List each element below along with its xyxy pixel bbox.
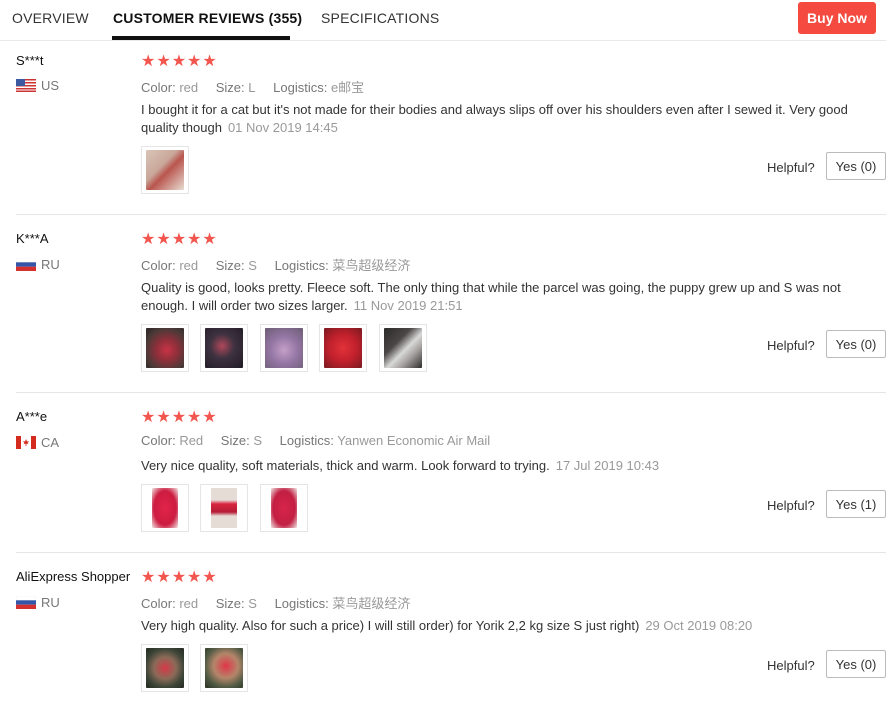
helpful-label: Helpful? (767, 658, 815, 673)
buy-now-button[interactable]: Buy Now (798, 2, 876, 34)
review-divider (16, 214, 886, 215)
review-photo-thumbnail[interactable] (200, 644, 249, 692)
size-value: S (253, 433, 262, 448)
logistics-label: Logistics: (279, 433, 334, 448)
review-divider (16, 392, 886, 393)
review-text: Quality is good, looks pretty. Fleece so… (141, 279, 856, 315)
review-photo-thumbnail[interactable] (378, 324, 427, 372)
review-photos (141, 644, 255, 697)
reviewer-country: US (16, 78, 59, 93)
helpful-yes-button[interactable]: Yes (0) (826, 152, 886, 180)
review-photo-thumbnail[interactable] (141, 146, 189, 194)
review-photos (141, 484, 315, 537)
review-photo-thumbnail[interactable] (259, 324, 308, 372)
review-photo-thumbnail[interactable] (141, 644, 189, 692)
ru-flag-icon (16, 596, 36, 609)
star-rating: ★★★★★ (141, 569, 218, 586)
review-attributes: Color: red Size: S Logistics: 菜鸟超级经济 (141, 593, 424, 612)
review-date: 01 Nov 2019 14:45 (227, 120, 338, 135)
review-item: A***e CA ★★★★★ Color: Red Size: S Logist… (0, 396, 886, 552)
color-value: red (179, 258, 199, 273)
reviewer-name: A***e (16, 409, 48, 424)
color-value: red (179, 596, 199, 611)
reviewer-name: S***t (16, 53, 44, 68)
tab-customer-reviews[interactable]: CUSTOMER REVIEWS (355) (113, 10, 302, 26)
color-value: Red (179, 433, 204, 448)
size-label: Size: (215, 80, 245, 95)
ca-flag-icon (16, 436, 36, 449)
review-body: Very high quality. Also for such a price… (141, 618, 640, 633)
logistics-value: 菜鸟超级经济 (332, 258, 411, 273)
review-item: S***t US ★★★★★ Color: red Size: L Logist… (0, 40, 886, 215)
helpful-label: Helpful? (767, 338, 815, 353)
review-photo-thumbnail[interactable] (141, 324, 189, 372)
reviewer-name: K***A (16, 231, 49, 246)
country-code: CA (41, 435, 60, 450)
reviewer-country: RU (16, 595, 60, 610)
star-rating: ★★★★★ (141, 53, 218, 70)
review-photo-thumbnail[interactable] (141, 484, 189, 532)
review-photo-thumbnail[interactable] (319, 324, 368, 372)
size-label: Size: (220, 433, 250, 448)
color-label: Color: (141, 433, 176, 448)
star-rating: ★★★★★ (141, 231, 218, 248)
review-tabs-bar: OVERVIEW CUSTOMER REVIEWS (355) SPECIFIC… (0, 0, 886, 41)
review-date: 29 Oct 2019 08:20 (645, 618, 753, 633)
reviewer-country: CA (16, 435, 59, 450)
helpful-yes-button[interactable]: Yes (1) (826, 490, 886, 518)
ru-flag-icon (16, 258, 36, 271)
logistics-value: 菜鸟超级经济 (332, 596, 411, 611)
review-text: Very high quality. Also for such a price… (141, 617, 856, 635)
helpful-yes-button[interactable]: Yes (0) (826, 330, 886, 358)
review-attributes: Color: Red Size: S Logistics: Yanwen Eco… (141, 433, 504, 448)
reviewer-name: AliExpress Shopper (16, 569, 131, 584)
us-flag-icon (16, 79, 36, 92)
review-photos (141, 324, 434, 377)
review-photos (141, 146, 196, 199)
review-item: AliExpress Shopper RU ★★★★★ Color: red S… (0, 556, 886, 709)
review-body: Quality is good, looks pretty. Fleece so… (141, 280, 841, 313)
review-date: 11 Nov 2019 21:51 (353, 298, 463, 313)
color-label: Color: (141, 80, 176, 95)
review-photo-thumbnail[interactable] (259, 484, 308, 532)
size-value: S (248, 258, 257, 273)
logistics-label: Logistics: (274, 596, 329, 611)
country-code: RU (41, 595, 60, 610)
review-body: Very nice quality, soft materials, thick… (141, 458, 550, 473)
logistics-label: Logistics: (274, 258, 329, 273)
review-item: K***A RU ★★★★★ Color: red Size: S Logist… (0, 218, 886, 393)
logistics-value: e邮宝 (330, 80, 365, 95)
color-value: red (179, 80, 199, 95)
size-label: Size: (215, 258, 245, 273)
size-label: Size: (215, 596, 245, 611)
review-date: 17 Jul 2019 10:43 (555, 458, 660, 473)
size-value: S (248, 596, 257, 611)
color-label: Color: (141, 596, 176, 611)
review-photo-thumbnail[interactable] (200, 324, 249, 372)
logistics-label: Logistics: (273, 80, 328, 95)
logistics-value: Yanwen Economic Air Mail (337, 433, 491, 448)
color-label: Color: (141, 258, 176, 273)
star-rating: ★★★★★ (141, 409, 218, 426)
country-code: RU (41, 257, 60, 272)
country-code: US (41, 78, 60, 93)
size-value: L (248, 80, 256, 95)
helpful-label: Helpful? (767, 498, 815, 513)
review-attributes: Color: red Size: L Logistics: e邮宝 (141, 77, 378, 96)
reviewer-country: RU (16, 257, 60, 272)
review-text: Very nice quality, soft materials, thick… (141, 457, 856, 475)
helpful-label: Helpful? (767, 160, 815, 175)
review-text: I bought it for a cat but it's not made … (141, 101, 856, 137)
review-photo-thumbnail[interactable] (200, 484, 249, 532)
helpful-yes-button[interactable]: Yes (0) (826, 650, 886, 678)
tab-specifications[interactable]: SPECIFICATIONS (321, 10, 439, 26)
review-attributes: Color: red Size: S Logistics: 菜鸟超级经济 (141, 255, 424, 274)
review-divider (16, 552, 886, 553)
tab-overview[interactable]: OVERVIEW (12, 10, 89, 26)
